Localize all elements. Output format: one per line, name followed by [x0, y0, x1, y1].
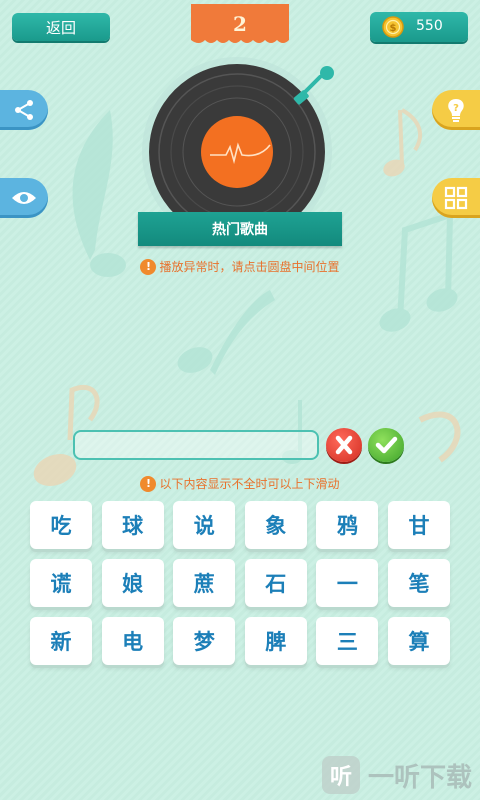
char-tile[interactable]: 梦: [173, 617, 236, 665]
grid-icon: [444, 186, 468, 210]
playback-hint-text: 播放异常时，请点击圆盘中间位置: [159, 260, 340, 274]
char-tile[interactable]: 脾: [244, 617, 307, 665]
watermark: 听 一听下载: [321, 756, 472, 794]
char-tile[interactable]: 谎: [30, 559, 92, 607]
clear-answer-button[interactable]: [326, 428, 362, 462]
level-number: 2: [233, 12, 247, 36]
share-icon: [15, 100, 33, 120]
submit-answer-button[interactable]: [368, 428, 404, 462]
scroll-hint-text: 以下内容显示不全时可以上下滑动: [159, 477, 340, 491]
char-tile[interactable]: 一: [316, 559, 379, 607]
warning-icon: !: [140, 475, 157, 492]
char-tile[interactable]: 鸦: [316, 501, 379, 549]
char-tile[interactable]: 新: [30, 617, 92, 665]
answer-input[interactable]: [73, 430, 319, 460]
char-tile[interactable]: 石: [244, 559, 307, 607]
hint-bulb-icon: ?: [448, 99, 464, 122]
watermark-logo: 听: [321, 756, 360, 794]
eye-icon: [12, 192, 36, 204]
char-tile[interactable]: 说: [173, 501, 236, 549]
song-category-label: 热门歌曲: [212, 222, 268, 238]
coin-count: 550: [416, 18, 443, 34]
playback-hint: ! 播放异常时，请点击圆盘中间位置: [0, 258, 480, 275]
char-tile[interactable]: 球: [101, 501, 164, 549]
char-tile[interactable]: 吃: [30, 501, 92, 549]
watermark-text: 一听下载: [367, 762, 472, 793]
char-tile[interactable]: 算: [387, 617, 450, 665]
char-tile[interactable]: 三: [316, 617, 379, 665]
view-button[interactable]: [0, 178, 48, 218]
coin-balance: $ 550: [370, 12, 468, 42]
char-tile[interactable]: 电: [101, 617, 164, 665]
warning-icon: !: [140, 258, 157, 275]
level-badge: 2: [191, 4, 289, 46]
char-tile[interactable]: 娘: [101, 559, 164, 607]
char-tile[interactable]: 甘: [387, 501, 450, 549]
char-tile[interactable]: 象: [244, 501, 307, 549]
menu-grid-button[interactable]: [432, 178, 480, 218]
share-button[interactable]: [0, 90, 48, 130]
svg-text:$: $: [390, 23, 397, 34]
coin-icon: $: [382, 16, 404, 38]
back-button[interactable]: 返回: [12, 13, 110, 41]
svg-text:?: ?: [453, 103, 459, 114]
hint-button[interactable]: ?: [432, 90, 480, 130]
back-button-label: 返回: [45, 18, 76, 37]
char-tile[interactable]: 蔗: [173, 559, 236, 607]
checkmark-icon: [375, 436, 398, 454]
char-tile[interactable]: 笔: [387, 559, 450, 607]
close-icon: [335, 435, 353, 455]
scroll-hint: ! 以下内容显示不全时可以上下滑动: [0, 475, 480, 492]
character-grid: 吃 球 说 象 鸦 甘 谎 娘 蔗 石 一 笔 新 电 梦 脾 三 算: [30, 501, 450, 665]
song-category-banner: 热门歌曲: [138, 212, 342, 246]
